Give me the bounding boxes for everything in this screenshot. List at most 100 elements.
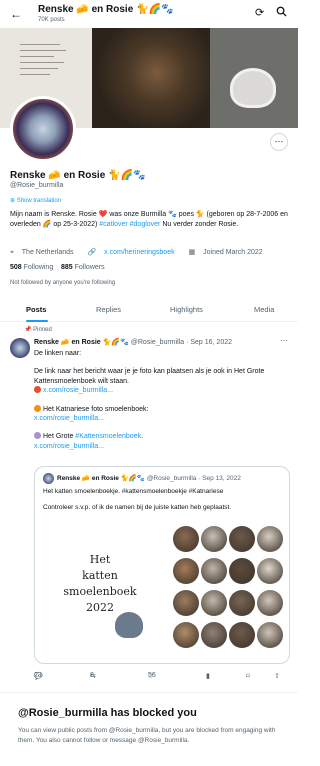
cat-photo-circle xyxy=(229,622,255,648)
tweet-link-3[interactable]: x.com/rosie_burmilla... xyxy=(34,443,104,450)
profile-avatar[interactable] xyxy=(10,96,76,162)
pinned-label: 📌 Pinned xyxy=(24,326,52,333)
cat-photo-circle xyxy=(229,526,255,552)
following-link[interactable]: 508 Following xyxy=(10,264,53,271)
location-item: ⌖ The Netherlands xyxy=(10,249,80,256)
tweet-line-3: Het Katnariese foto smoelenboek: xyxy=(43,405,149,413)
tweet-text: De linken naar: De link naar het bericht… xyxy=(34,349,290,451)
header-posts-count: 70K posts xyxy=(38,17,65,23)
share-icon: ⇧ xyxy=(274,673,280,680)
book-cover: Het katten smoelenboek 2022 xyxy=(35,522,169,663)
quote-handle-date: @Rosie_burmilla · Sep 13, 2022 xyxy=(146,475,241,482)
tab-replies[interactable]: Replies xyxy=(96,305,121,314)
cat-photo-circle xyxy=(229,558,255,584)
profile-handle: @Rosie_burmilla xyxy=(10,182,64,189)
tweet-line-4-pre: Het Grote xyxy=(43,433,76,441)
search-icon[interactable] xyxy=(276,6,287,17)
cat-photo-circle xyxy=(173,590,199,616)
website-link[interactable]: x.com/herineringsboek xyxy=(104,249,174,256)
cat-photo-circle xyxy=(201,526,227,552)
tweet-more-icon[interactable]: ⋯ xyxy=(280,336,288,345)
tweet-avatar[interactable] xyxy=(10,338,30,358)
quote-text-2: Controleer s.v.p. of ik de namen bij de … xyxy=(43,504,232,511)
tweet-hashtag[interactable]: #Kattensmoelenboek xyxy=(75,433,141,440)
quoted-tweet[interactable]: Renske 🧀 en Rosie 🐈🌈🐾 @Rosie_burmilla · … xyxy=(34,466,290,664)
cat-photo-circle xyxy=(173,558,199,584)
active-tab-indicator xyxy=(26,320,48,322)
bio-text-2: Nu verder zonder Rosie. xyxy=(160,220,239,228)
quote-header: Renske 🧀 en Rosie 🐈🌈🐾 @Rosie_burmilla · … xyxy=(57,474,241,482)
cat-photo-circle xyxy=(257,526,283,552)
red-circle-icon xyxy=(34,386,41,394)
purple-circle-icon xyxy=(34,432,41,440)
show-translation-link[interactable]: ⊕ Show translation xyxy=(10,197,61,204)
book-title-line-1: Het xyxy=(89,553,111,566)
reply-count: 23 xyxy=(34,672,42,679)
globe-icon: ⊕ xyxy=(10,198,16,204)
cat-photo-circle xyxy=(201,590,227,616)
cat-photo-circle xyxy=(173,622,199,648)
header-name: Renske 🧀 en Rosie 🐈🌈🐾 xyxy=(38,4,174,15)
bio-hashtag-doglover[interactable]: #doglover xyxy=(130,221,161,228)
follow-stats: 508 Following 885 Followers xyxy=(10,264,105,271)
arrow-left-icon[interactable]: ← xyxy=(10,7,22,21)
tab-posts[interactable]: Posts xyxy=(26,305,46,314)
tweet-author-name[interactable]: Renske 🧀 en Rosie 🐈🌈🐾 xyxy=(34,339,129,346)
blocked-message: You can view public posts from @Rosie_bu… xyxy=(18,727,276,744)
bio-hashtag-catlover[interactable]: #catlover xyxy=(99,221,127,228)
website-item[interactable]: 🔗 x.com/herineringsboek xyxy=(88,249,181,256)
top-bar: ← Renske 🧀 en Rosie 🐈🌈🐾 70K posts ⟳ xyxy=(0,0,298,28)
book-title-line-2: katten xyxy=(82,569,118,582)
quote-avatar xyxy=(43,473,54,484)
location-text: The Netherlands xyxy=(21,249,74,256)
following-count: 508 xyxy=(10,264,22,271)
link-icon: 🔗 xyxy=(87,249,97,256)
book-title: Het katten smoelenboek 2022 xyxy=(55,552,145,616)
refresh-icon[interactable]: ⟳ xyxy=(255,6,264,19)
joined-item: ▦ Joined March 2022 xyxy=(189,249,269,256)
profile-tabs: Posts Replies Highlights Media xyxy=(0,296,298,322)
joined-text: Joined March 2022 xyxy=(203,249,263,256)
bar-chart-icon: ▮ xyxy=(206,673,210,680)
banner-heart-image xyxy=(230,68,276,108)
blocked-title: @Rosie_burmilla has blocked you xyxy=(18,707,197,719)
quote-image[interactable]: Het katten smoelenboek 2022 xyxy=(35,522,289,663)
book-title-line-3: smoelenboek xyxy=(63,585,137,598)
tweet-line-1: De linken naar: xyxy=(34,350,82,357)
divider xyxy=(0,692,298,693)
calendar-icon: ▦ xyxy=(188,249,196,256)
tweet-actions: 💬 23 ⇆ 8 ♡ 56 ▮ ⌑ ⇧ xyxy=(34,672,290,686)
followers-link[interactable]: 885 Followers xyxy=(61,264,105,271)
tweet-header: Renske 🧀 en Rosie 🐈🌈🐾 @Rosie_burmilla · … xyxy=(34,338,232,346)
repost-count: 8 xyxy=(90,672,94,679)
cat-photo-circle xyxy=(201,558,227,584)
tweet-line-2: De link naar het bericht waar je je foto… xyxy=(34,368,265,385)
location-icon: ⌖ xyxy=(10,249,14,256)
following-label: Following xyxy=(23,264,54,271)
pin-icon: 📌 xyxy=(24,327,32,333)
tab-highlights[interactable]: Highlights xyxy=(170,305,203,314)
more-options-button[interactable]: ⋯ xyxy=(270,133,288,151)
cat-photo-grid xyxy=(171,522,289,663)
bookmark-icon: ⌑ xyxy=(246,673,250,680)
quote-text: Het katten smoelenboekje. #kattensmoelen… xyxy=(43,487,283,512)
orange-circle-icon xyxy=(34,404,41,412)
cat-photo-circle xyxy=(257,622,283,648)
banner-cat-image xyxy=(92,28,210,128)
tweet-handle-date[interactable]: @Rosie_burmilla · Sep 16, 2022 xyxy=(131,339,232,346)
profile-meta: ⌖ The Netherlands 🔗 x.com/herineringsboe… xyxy=(10,248,275,257)
pinned-text: Pinned xyxy=(33,327,52,333)
profile-name: Renske 🧀 en Rosie 🐈🌈🐾 xyxy=(10,170,146,181)
tweet-link-2[interactable]: x.com/rosie_burmilla... xyxy=(34,415,104,422)
cat-photo-circle xyxy=(257,558,283,584)
followers-label: Followers xyxy=(74,264,105,271)
cat-photo-circle xyxy=(257,590,283,616)
cat-photo-circle xyxy=(173,526,199,552)
not-followed-note: Not followed by anyone you're following xyxy=(10,280,116,286)
show-translation-label: Show translation xyxy=(16,198,62,204)
quote-text-1: Het katten smoelenboekje. #kattensmoelen… xyxy=(43,488,224,495)
tweet-link-1[interactable]: x.com/rosie_burmilla... xyxy=(43,387,113,394)
tweet-line-4-post: . xyxy=(141,433,144,441)
cat-photo-circle xyxy=(201,622,227,648)
tab-media[interactable]: Media xyxy=(254,305,274,314)
